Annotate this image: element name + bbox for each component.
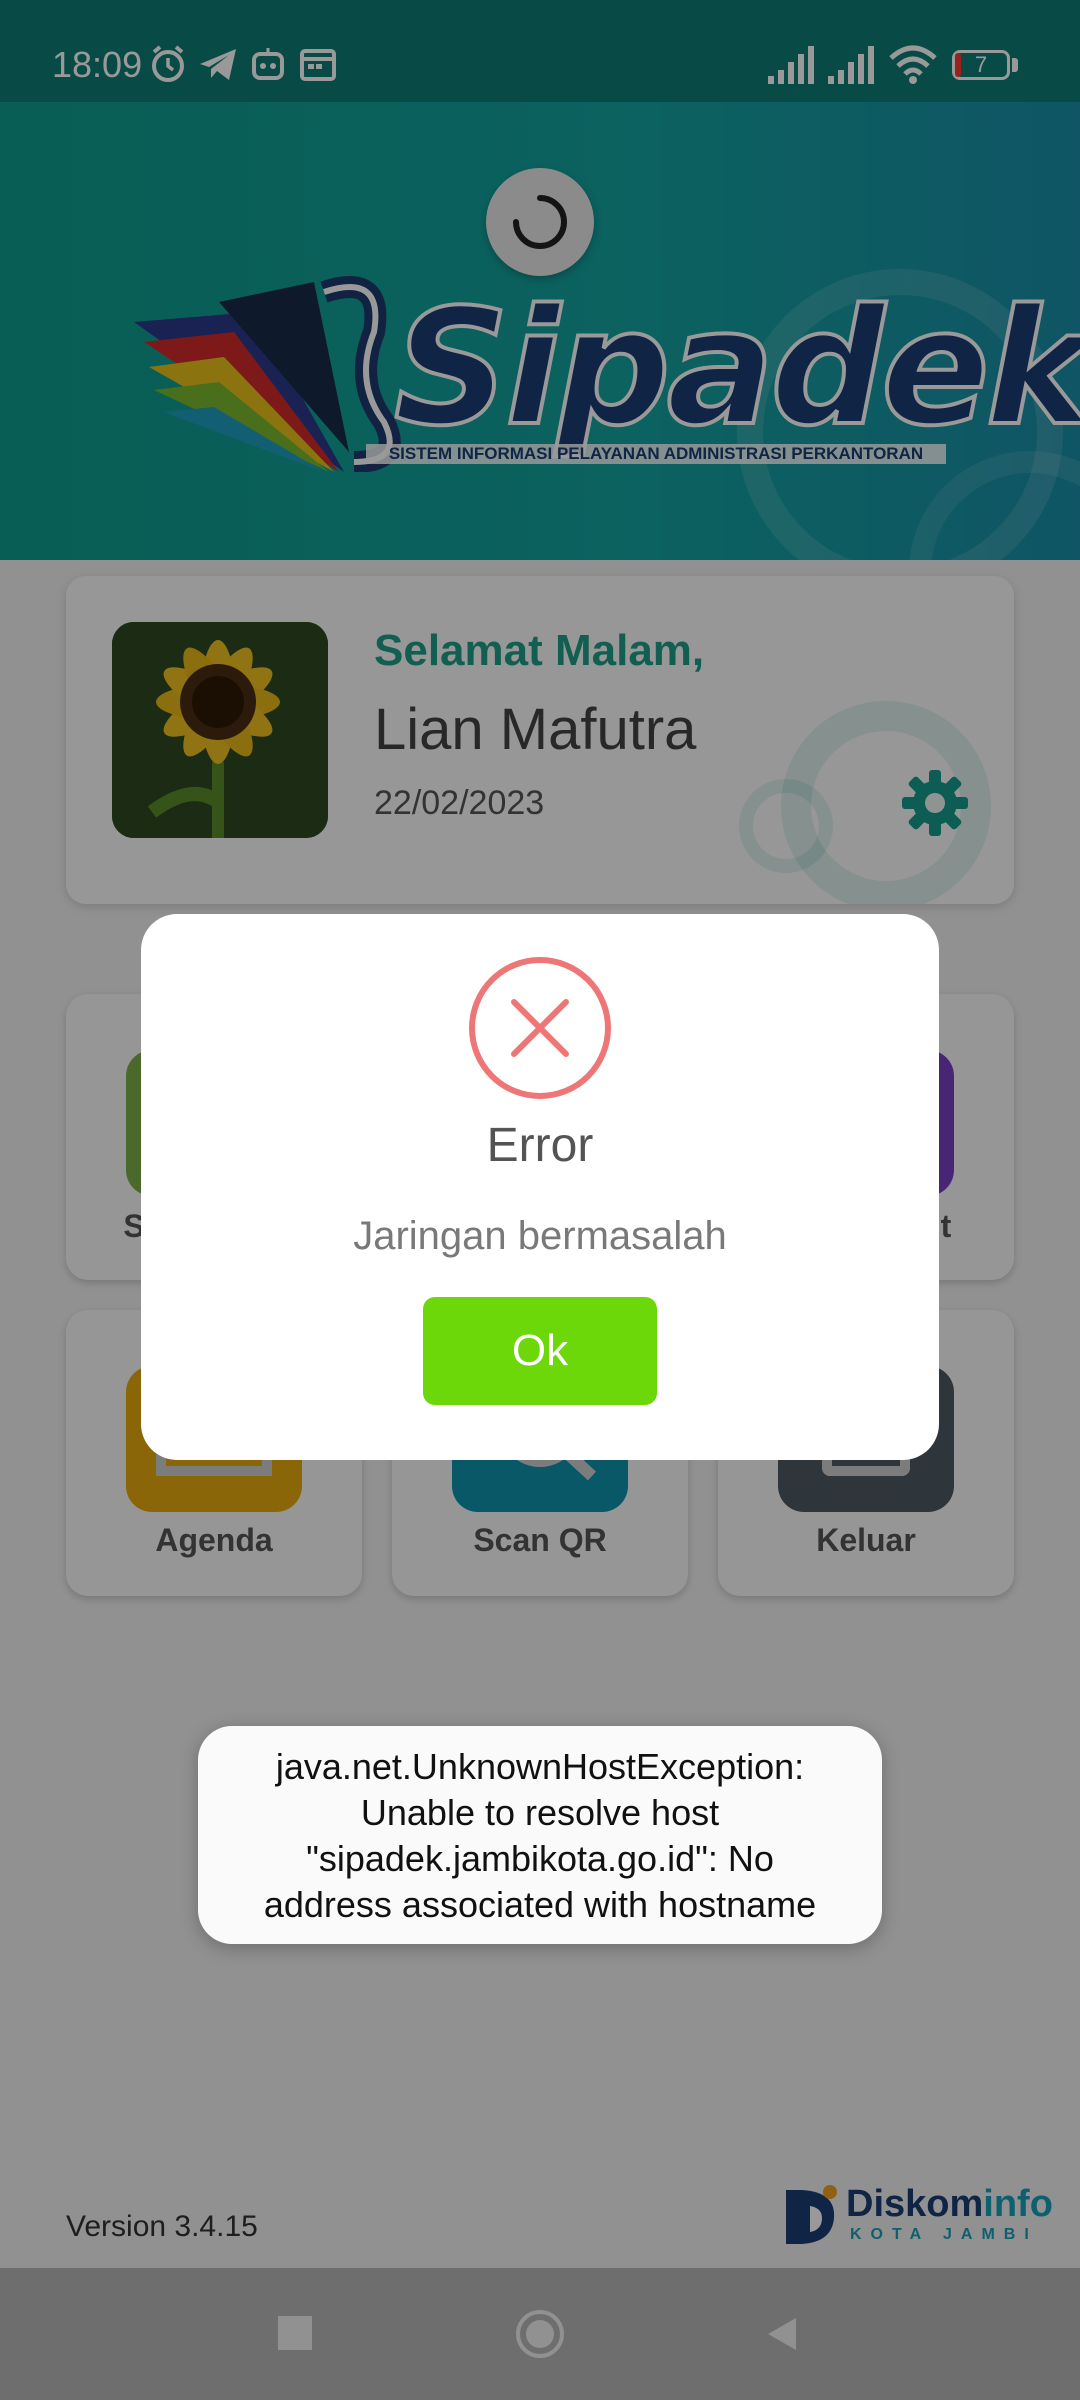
toast-line: Unable to resolve host	[360, 1792, 720, 1833]
ok-button[interactable]: Ok	[423, 1297, 657, 1405]
toast-line: java.net.UnknownHostException:	[275, 1746, 805, 1787]
toast-line: "sipadek.jambikota.go.id": No	[306, 1838, 774, 1879]
dialog-message: Jaringan bermasalah	[353, 1214, 727, 1258]
toast-message: java.net.UnknownHostException: Unable to…	[218, 1744, 862, 1928]
dialog-title: Error	[486, 1119, 594, 1172]
toast-line: address associated with hostname	[263, 1884, 817, 1925]
error-x-icon	[469, 957, 611, 1099]
